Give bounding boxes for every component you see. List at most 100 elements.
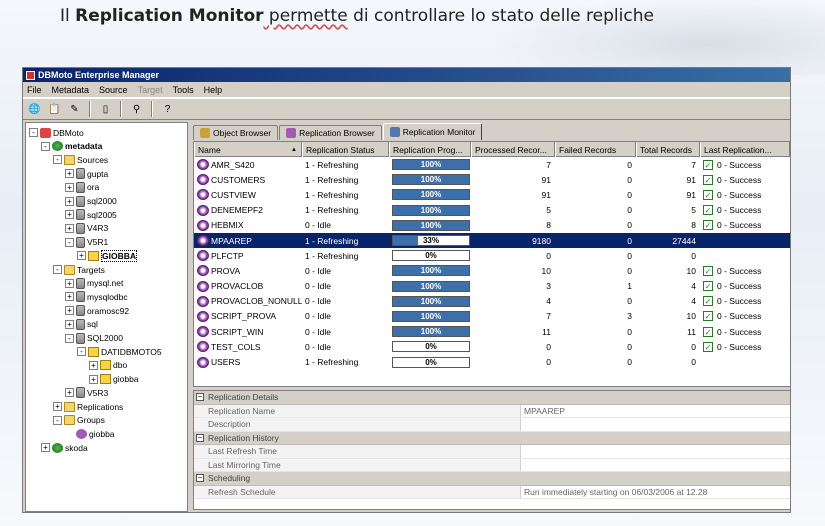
tree-item[interactable]: - SQL2000 — [65, 332, 123, 345]
menu-target[interactable]: Target — [138, 85, 163, 95]
tree-item[interactable]: + ora — [65, 181, 99, 194]
table-row[interactable]: PROVA 0 - Idle 100% 10 0 10 ✓ 0 - Success — [194, 263, 790, 278]
progress-bar: 0% — [392, 356, 470, 368]
tree-item[interactable]: - DATIDBMOTO5 — [77, 345, 162, 358]
property-row[interactable]: Refresh Schedule Run immediately starting… — [194, 485, 790, 499]
menu-source[interactable]: Source — [99, 85, 128, 95]
tree-item[interactable]: - metadata — [41, 140, 102, 153]
table-row[interactable]: USERS 1 - Refreshing 0% 0 0 0 — [194, 354, 790, 369]
collapse-icon[interactable]: − — [196, 474, 204, 483]
tree-item[interactable]: + oramosc92 — [65, 304, 129, 317]
column-header[interactable]: Name ▲ — [194, 142, 302, 157]
table-row[interactable]: CUSTOMERS 1 - Refreshing 100% 91 0 91 ✓ 0 - Suc… — [194, 172, 790, 187]
details-section-header[interactable]: − Scheduling — [194, 472, 790, 486]
table-row[interactable]: CUSTVIEW 1 - Refreshing 100% 91 0 91 ✓ 0 - Succ… — [194, 187, 790, 202]
table-row[interactable]: TEST_COLS 0 - Idle 0% 0 0 0 ✓ 0 - Success — [194, 339, 790, 354]
tree-item[interactable]: + giobba — [89, 373, 139, 386]
tree-item[interactable]: + mysqlodbc — [65, 290, 128, 303]
column-header[interactable]: Failed Records — [555, 142, 636, 157]
expand-icon[interactable]: + — [65, 278, 74, 288]
tree-item[interactable]: + gupta — [65, 167, 108, 180]
expand-icon[interactable]: + — [53, 402, 62, 411]
tree-item[interactable]: + mysql.net — [65, 277, 123, 290]
section-title: Replication Details — [208, 392, 279, 403]
tab-replication-monitor[interactable]: Replication Monitor — [382, 123, 483, 140]
property-row[interactable]: Replication Name MPAAREP — [194, 404, 790, 418]
column-header[interactable]: Total Records — [636, 142, 700, 157]
tab-object-browser[interactable]: Object Browser — [193, 125, 279, 140]
table-row[interactable]: PLFCTP 1 - Refreshing 0% 0 0 0 — [194, 248, 790, 263]
expand-icon[interactable]: + — [65, 182, 74, 192]
tree-item[interactable]: - Targets — [53, 263, 105, 276]
tree-item[interactable]: + sql — [65, 318, 98, 331]
table-row[interactable]: MPAAREP 1 - Refreshing 33% 9180 0 27444 — [194, 232, 790, 249]
binoculars-icon[interactable]: ⚲ — [128, 101, 145, 118]
expand-icon[interactable]: + — [65, 319, 74, 329]
edit-icon[interactable]: ✎ — [66, 101, 83, 118]
property-row[interactable]: Last Mirroring Time — [194, 458, 790, 472]
expand-icon[interactable]: + — [65, 306, 74, 316]
tab-replication-browser[interactable]: Replication Browser — [279, 125, 382, 140]
collapse-icon[interactable]: - — [29, 128, 38, 137]
expand-icon[interactable]: + — [41, 443, 50, 453]
copy-icon[interactable]: 📋 — [46, 101, 63, 118]
expand-icon[interactable]: + — [65, 210, 74, 220]
processed-cell: 0 — [546, 341, 551, 352]
details-section-header[interactable]: − Replication History — [194, 431, 790, 445]
column-header[interactable]: Replication Prog... — [389, 142, 471, 157]
table-row[interactable]: SCRIPT_WIN 0 - Idle 100% 11 0 11 ✓ 0 - Success — [194, 324, 790, 339]
column-header[interactable]: Replication Status — [302, 142, 389, 157]
details-section-header[interactable]: − Replication Details — [194, 391, 790, 405]
table-row[interactable]: PROVACLOB 0 - Idle 100% 3 1 4 ✓ 0 - Success — [194, 279, 790, 294]
last-replication-cell: ✓ 0 - Success — [700, 339, 790, 354]
table-row[interactable]: DENEMEPF2 1 - Refreshing 100% 5 0 5 ✓ 0 - Succe… — [194, 203, 790, 218]
expand-icon[interactable]: + — [65, 223, 74, 233]
property-row[interactable]: Description — [194, 418, 790, 432]
tree-item[interactable]: + dbo — [89, 359, 127, 372]
collapse-icon[interactable]: - — [77, 347, 86, 357]
tree-item[interactable]: + Replications — [53, 400, 123, 413]
tree-item[interactable]: + V5R3 — [65, 386, 108, 399]
help-icon[interactable]: ? — [159, 101, 176, 118]
expand-icon[interactable]: + — [65, 169, 74, 179]
expand-icon[interactable]: + — [65, 292, 74, 302]
tree-item[interactable]: - DBMoto — [29, 126, 84, 139]
menu-help[interactable]: Help — [204, 85, 223, 95]
expand-icon[interactable]: + — [89, 360, 98, 370]
collapse-icon[interactable]: - — [53, 155, 62, 165]
table-row[interactable]: PROVACLOB_NONULL 0 - Idle 100% 4 0 4 ✓ 0 - Succ… — [194, 294, 790, 309]
connect-icon[interactable]: 🌐 — [26, 101, 43, 118]
tree-item[interactable]: + V4R3 — [65, 222, 108, 235]
collapse-icon[interactable]: − — [196, 393, 204, 402]
tree-item[interactable]: + sql2000 — [65, 195, 117, 208]
table-row[interactable]: SCRIPT_PROVA 0 - Idle 100% 7 3 10 ✓ 0 - Success — [194, 309, 790, 324]
property-row[interactable]: Last Refresh Time — [194, 445, 790, 459]
menu-tools[interactable]: Tools — [173, 85, 194, 95]
tree-item[interactable]: + skoda — [41, 441, 88, 454]
tree-item[interactable]: - Groups — [53, 414, 105, 427]
tree-item[interactable]: + sql2005 — [65, 208, 117, 221]
tree-item[interactable]: giobba — [65, 427, 115, 440]
expand-icon[interactable]: + — [77, 251, 86, 261]
table-row[interactable]: HEBMIX 0 - Idle 100% 8 0 8 ✓ 0 - Success — [194, 218, 790, 233]
expand-icon[interactable]: + — [89, 374, 98, 384]
collapse-icon[interactable]: - — [41, 141, 50, 151]
document-icon[interactable]: ▯ — [97, 101, 114, 118]
menu-metadata[interactable]: Metadata — [52, 85, 90, 95]
expand-icon[interactable]: + — [65, 388, 74, 398]
collapse-icon[interactable]: - — [53, 415, 62, 425]
column-header[interactable]: Processed Recor... — [471, 142, 555, 157]
tree-item[interactable]: - Sources — [53, 153, 108, 166]
table-row[interactable]: AMR_S420 1 - Refreshing 100% 7 0 7 ✓ 0 - Succes… — [194, 157, 790, 172]
collapse-icon[interactable]: - — [65, 333, 74, 343]
collapse-icon[interactable]: − — [196, 433, 204, 442]
last-replication-cell: ✓ 0 - Success — [700, 279, 790, 294]
tree-item[interactable]: - V5R1 — [65, 236, 108, 249]
menu-file[interactable]: File — [27, 85, 42, 95]
status-cell: 1 - Refreshing — [305, 159, 359, 170]
expand-icon[interactable]: + — [65, 196, 74, 206]
tree-item[interactable]: + GIOBBA — [77, 249, 137, 262]
collapse-icon[interactable]: - — [53, 265, 62, 274]
column-header[interactable]: Last Replication... — [700, 142, 790, 157]
collapse-icon[interactable]: - — [65, 237, 74, 247]
